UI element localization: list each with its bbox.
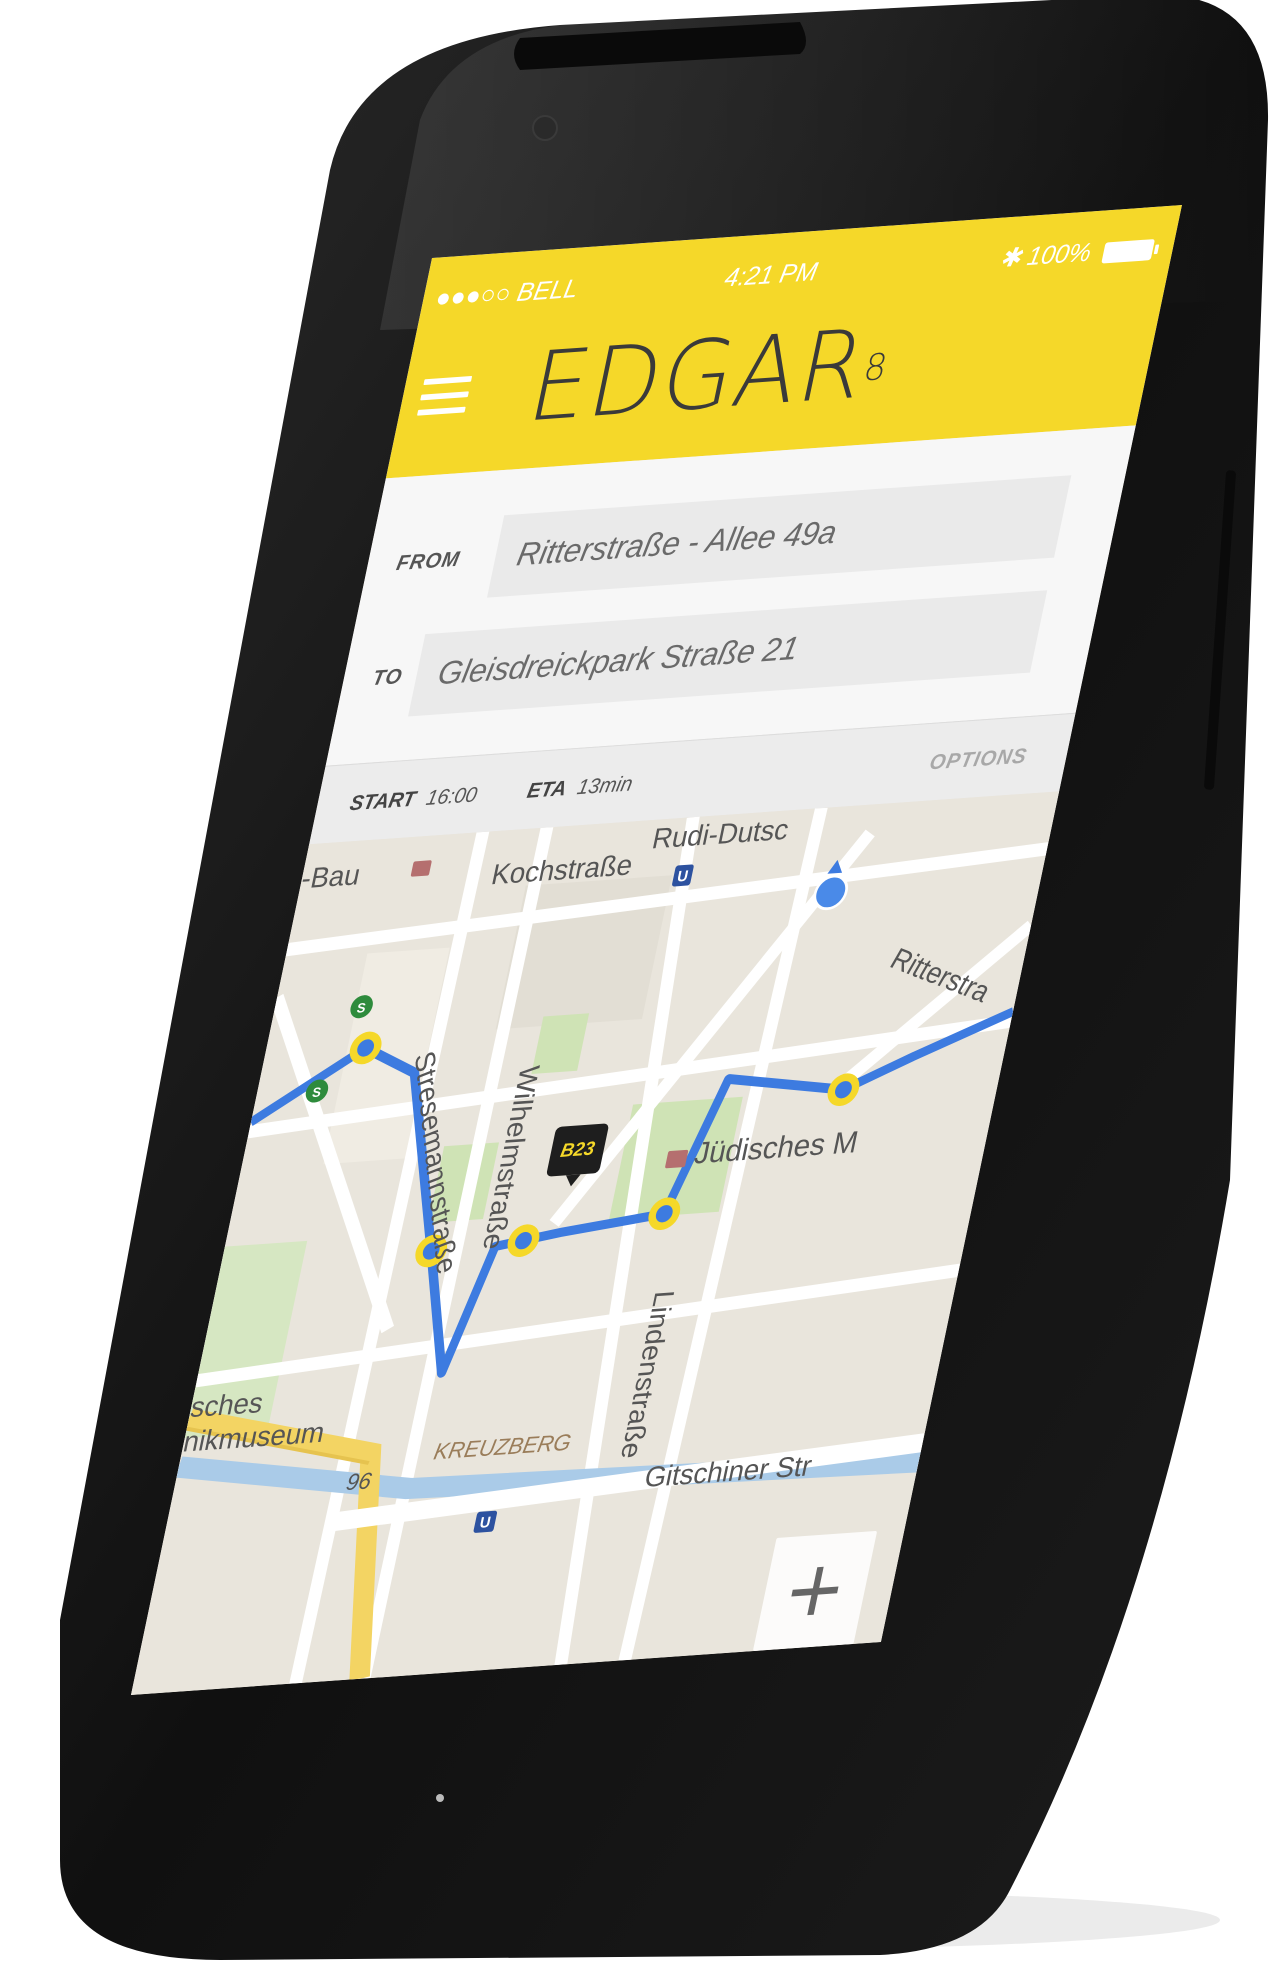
- phone-mockup: ●●●○○ BELL 4:21 PM ✱ 100% EDGAR8 FROM Ri…: [0, 0, 1270, 1962]
- options-button[interactable]: OPTIONS: [927, 743, 1030, 775]
- carrier-label: ●●●○○ BELL: [433, 273, 582, 313]
- eta: ETA 13min: [525, 771, 635, 803]
- route-panel: FROM Ritterstraße - Allee 49a TO Gleisdr…: [325, 425, 1136, 766]
- from-input[interactable]: Ritterstraße - Allee 49a: [486, 475, 1072, 598]
- map-label-bau: -Bau: [298, 859, 364, 896]
- battery-percent: ✱ 100%: [997, 237, 1095, 273]
- app-logo: EDGAR8: [519, 307, 893, 444]
- battery-icon: [1101, 239, 1156, 264]
- to-input[interactable]: Gleisdreickpark Straße 21: [408, 590, 1048, 717]
- from-label: FROM: [394, 546, 463, 575]
- hamburger-icon: [423, 375, 473, 386]
- map-label-museum-1: sches: [187, 1387, 267, 1424]
- front-camera: [532, 115, 558, 141]
- clock-label: 4:21 PM: [722, 257, 821, 293]
- start-time: START 16:00: [347, 782, 480, 816]
- to-label: TO: [370, 663, 405, 690]
- menu-button[interactable]: [416, 375, 473, 422]
